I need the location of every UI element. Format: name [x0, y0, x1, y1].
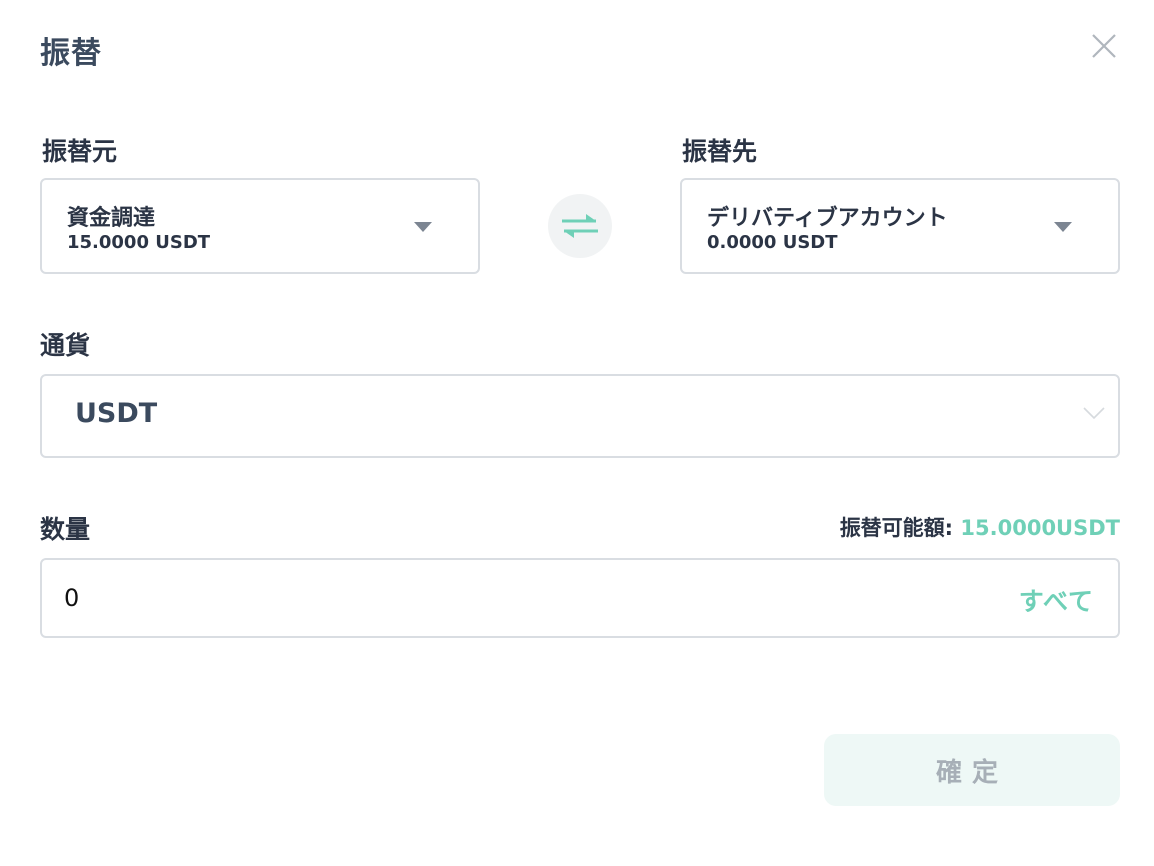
- to-account-select[interactable]: デリバティブアカウント 0.0000 USDT: [680, 178, 1120, 274]
- to-account-name: デリバティブアカウント: [707, 206, 948, 231]
- amount-input[interactable]: [64, 578, 964, 618]
- to-account-balance: 0.0000 USDT: [707, 232, 838, 253]
- transfer-dialog: 振替 振替元 資金調達 15.0000 USDT 振替先 デリバティブアカウント…: [0, 0, 1154, 866]
- currency-label: 通貨: [40, 331, 91, 360]
- from-account-name: 資金調達: [67, 206, 156, 231]
- close-icon: [1092, 34, 1116, 58]
- from-label: 振替元: [42, 137, 118, 166]
- max-all-button[interactable]: すべて: [1019, 582, 1094, 618]
- currency-select[interactable]: USDT: [40, 374, 1120, 458]
- to-label: 振替先: [682, 137, 758, 166]
- dialog-title: 振替: [40, 36, 102, 71]
- available-label: 振替可能額:: [839, 516, 954, 540]
- amount-label: 数量: [40, 515, 91, 544]
- available-value: 15.0000USDT: [960, 516, 1120, 540]
- close-button[interactable]: [1088, 30, 1120, 62]
- confirm-button[interactable]: 確定: [824, 734, 1120, 806]
- caret-down-icon: [414, 222, 432, 232]
- from-account-balance: 15.0000 USDT: [67, 232, 211, 253]
- available-amount: 振替可能額: 15.0000USDT: [840, 512, 1120, 542]
- swap-direction-button[interactable]: [548, 194, 612, 258]
- caret-down-icon: [1054, 222, 1072, 232]
- swap-arrows-icon: [562, 214, 598, 238]
- amount-field: すべて: [40, 558, 1120, 638]
- from-account-select[interactable]: 資金調達 15.0000 USDT: [40, 178, 480, 274]
- chevron-down-icon: [1083, 407, 1105, 420]
- currency-selected-value: USDT: [75, 398, 158, 429]
